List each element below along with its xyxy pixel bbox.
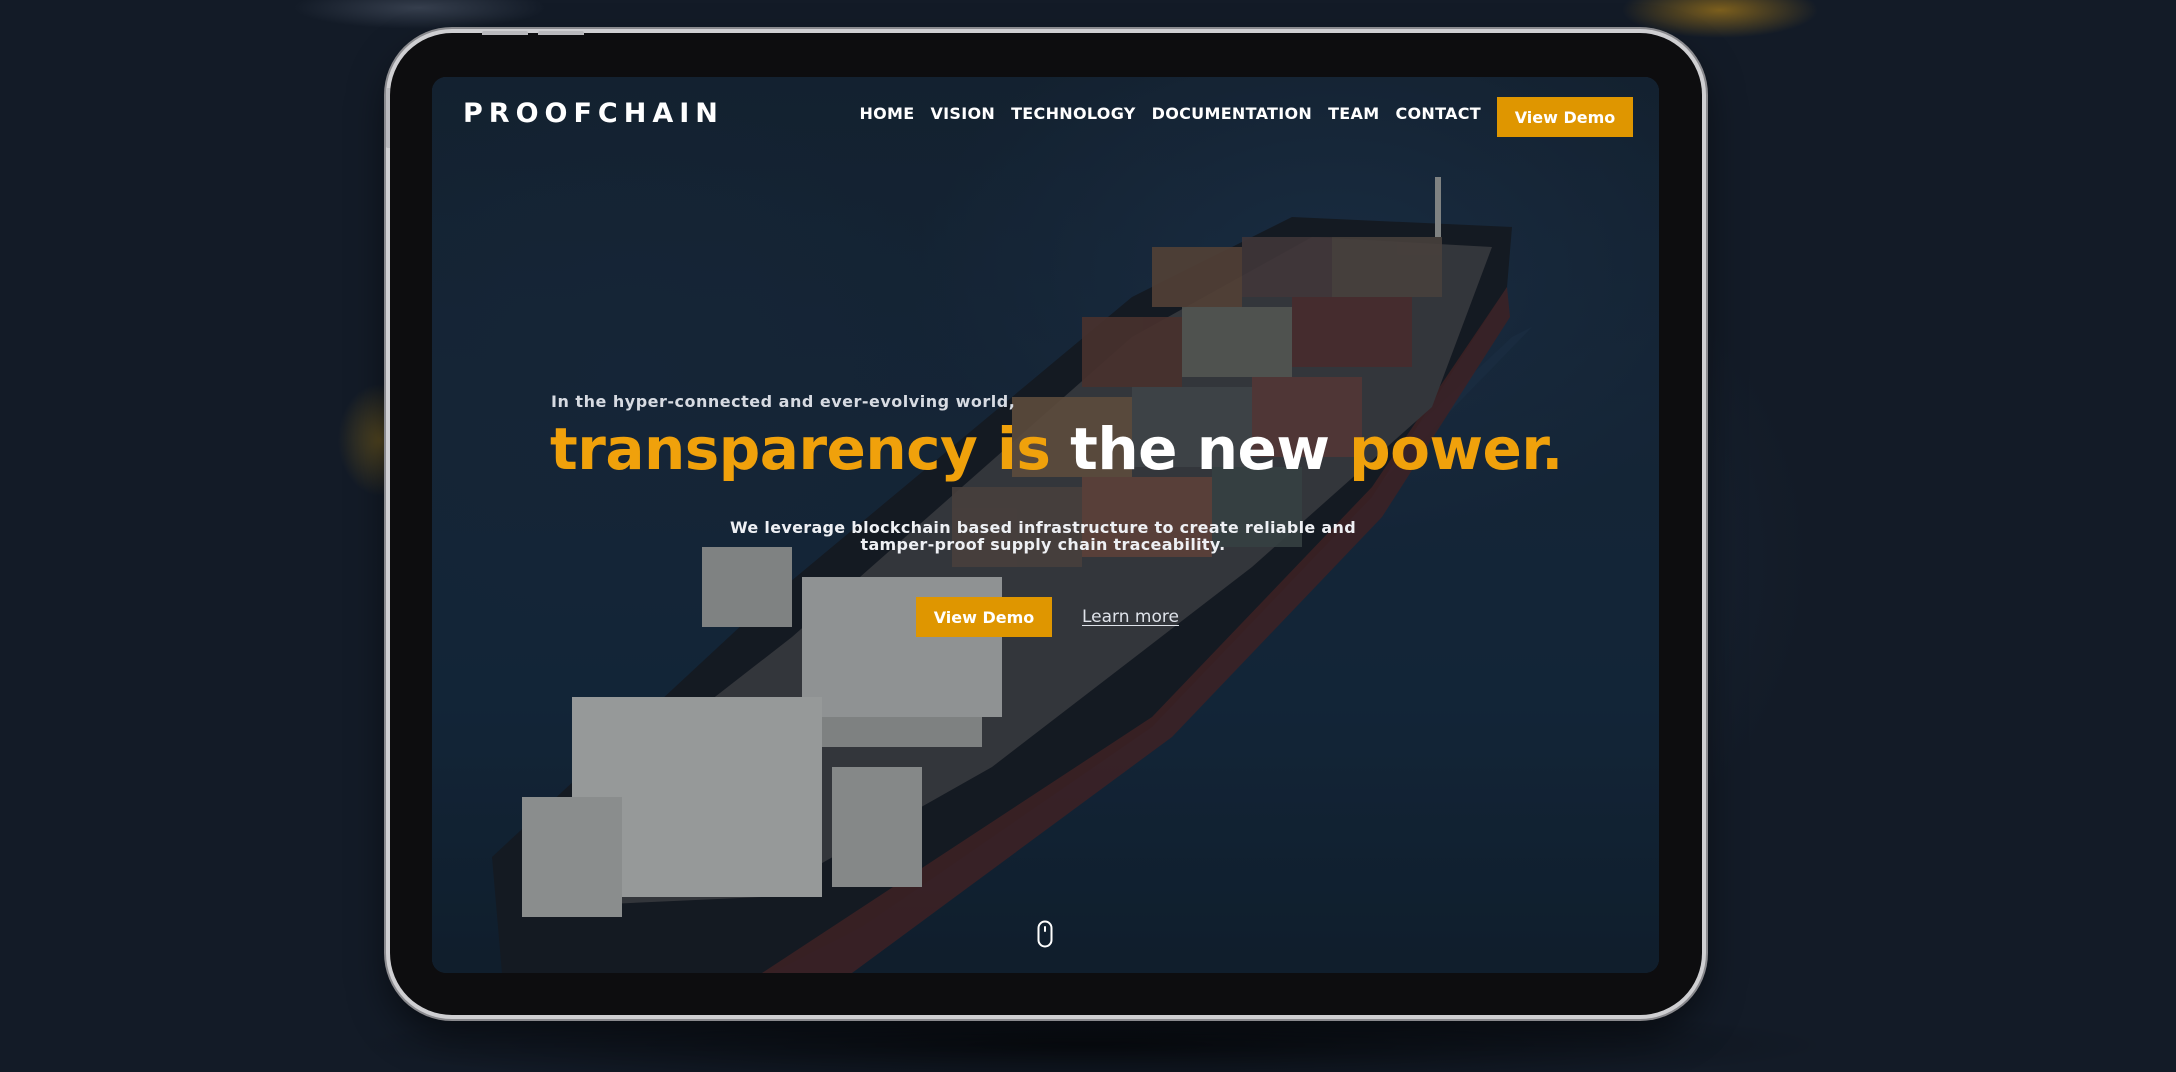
headline-part-1: transparency is (550, 415, 1071, 483)
hero-subtext: We leverage blockchain based infrastruct… (730, 518, 1356, 554)
proofchain-logo[interactable]: PROOFCHAIN (463, 100, 724, 127)
hero-view-demo-button[interactable]: View Demo (916, 597, 1052, 637)
headline-part-3: power. (1349, 415, 1563, 483)
nav-team[interactable]: TEAM (1328, 106, 1379, 122)
hero-intro: In the hyper-connected and ever-evolving… (551, 392, 1016, 411)
tablet-top-button (538, 31, 584, 35)
nav-documentation[interactable]: DOCUMENTATION (1152, 106, 1312, 122)
mouse-scroll-icon[interactable] (1037, 920, 1053, 948)
main-navigation: HOME VISION TECHNOLOGY DOCUMENTATION TEA… (859, 106, 1481, 122)
nav-contact[interactable]: CONTACT (1395, 106, 1481, 122)
nav-technology[interactable]: TECHNOLOGY (1011, 106, 1136, 122)
nav-home[interactable]: HOME (859, 106, 914, 122)
hero-headline: transparency is the new power. (550, 415, 1563, 485)
nav-vision[interactable]: VISION (930, 106, 995, 122)
tablet-side-button (386, 88, 390, 148)
headline-part-2: the new (1070, 415, 1350, 483)
tablet-top-button (482, 31, 528, 35)
learn-more-link[interactable]: Learn more (1082, 607, 1179, 627)
tablet-screen: PROOFCHAIN HOME VISION TECHNOLOGY DOCUME… (432, 77, 1659, 973)
nav-view-demo-button[interactable]: View Demo (1497, 97, 1633, 137)
